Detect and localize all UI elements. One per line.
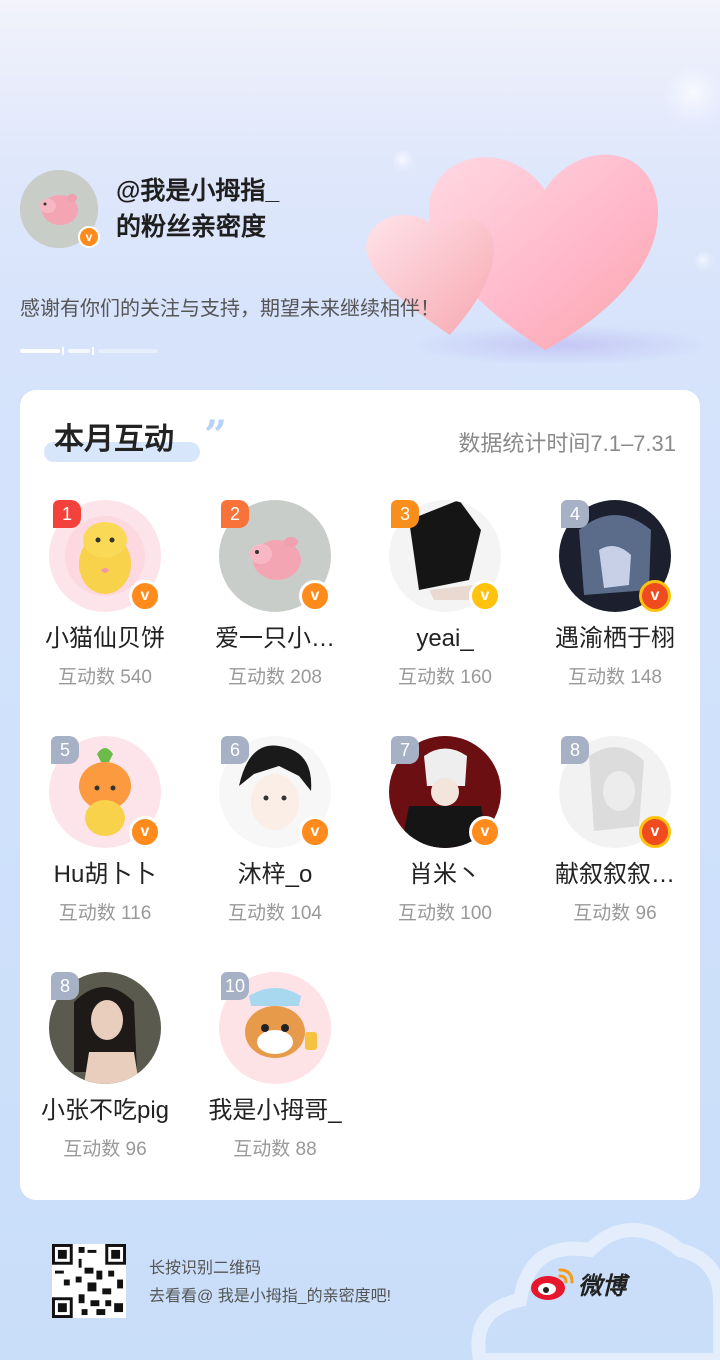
fan-item[interactable]: 10 我是小拇哥_ 互动数 88 [190,972,360,1172]
fan-name[interactable]: 爱一只小… [190,622,360,656]
fan-item[interactable]: 7 v 肖米丶 互动数 100 [360,736,530,936]
fan-name[interactable]: 小张不吃pig [20,1094,190,1128]
fan-item[interactable]: 8 v 献叙叙叙… 互动数 96 [530,736,700,936]
fan-item[interactable]: 6 v 沐梓_o 互动数 104 [190,736,360,936]
monthly-interaction-card: 本月互动 ” 数据统计时间7.1–7.31 1 v 小猫仙贝饼 互动数 540 … [20,390,700,1200]
fan-avatar[interactable]: 1 v [49,500,161,612]
rank-badge: 8 [561,736,589,764]
fan-avatar[interactable]: 4 v [559,500,671,612]
interaction-count: 互动数 96 [63,1139,147,1160]
page-title: 的粉丝亲密度 [116,213,267,241]
verified-badge-icon: v [299,580,331,612]
fan-name[interactable]: 献叙叙叙… [530,858,700,892]
interaction-count: 互动数 88 [233,1139,317,1160]
interaction-count: 互动数 104 [228,903,322,924]
rank-badge: 4 [561,500,589,528]
rank-badge: 10 [221,972,250,1000]
footer: 长按识别二维码 去看看@ 我是小拇指_的亲密度吧! 微博 [0,1200,720,1360]
fan-avatar[interactable]: 5 v [49,736,161,848]
fan-avatar[interactable]: 7 v [389,736,501,848]
rank-badge: 1 [53,500,81,528]
weibo-logo: 微博 [530,1264,640,1304]
interaction-count: 互动数 116 [58,903,152,924]
interaction-count: 互动数 96 [573,903,657,924]
fan-name[interactable]: 小猫仙贝饼 [20,622,190,656]
rank-badge: 6 [221,736,249,764]
fan-avatar[interactable]: 3 v [389,500,501,612]
interaction-count: 互动数 100 [398,903,492,924]
fan-avatar[interactable]: 6 v [219,736,331,848]
fan-item[interactable]: 4 v 遇渝栖于栩 互动数 148 [530,500,700,700]
fan-name[interactable]: Hu胡卜卜 [20,858,190,892]
fan-name[interactable]: 肖米丶 [360,858,530,892]
fan-name[interactable]: 我是小拇哥_ [190,1094,360,1128]
fan-avatar[interactable]: 8 v [559,736,671,848]
qr-hint: 长按识别二维码 [149,1260,262,1277]
date-range: 数据统计时间7.1–7.31 [458,431,676,456]
fan-item[interactable]: 8 小张不吃pig 互动数 96 [20,972,190,1172]
brand-name: 微博 [578,1273,626,1300]
thanks-message: 感谢有你们的关注与支持，期望未来继续相伴！ [20,298,440,320]
fan-name[interactable]: 沐梓_o [190,858,360,892]
profile-header: v @我是小拇指_ 的粉丝亲密度 感谢有你们的关注与支持，期望未来继续相伴！ [20,170,700,370]
fan-avatar[interactable]: 8 [49,972,161,1084]
interaction-count: 互动数 160 [398,667,492,688]
rank-badge: 2 [221,500,249,528]
avatar[interactable]: v [20,170,100,248]
decorative-divider [20,347,158,355]
rank-badge: 7 [391,736,419,764]
rank-badge: 8 [51,972,79,1000]
fan-name[interactable]: 遇渝栖于栩 [530,622,700,656]
card-title-group: 本月互动 ” [44,412,234,466]
fan-item[interactable]: 5 v Hu胡卜卜 互动数 116 [20,736,190,936]
verified-badge-icon: v [299,816,331,848]
interaction-count: 互动数 540 [58,667,152,688]
fan-item[interactable]: 1 v 小猫仙贝饼 互动数 540 [20,500,190,700]
verified-badge-icon: v [639,816,671,848]
rank-badge: 5 [51,736,79,764]
weibo-logo-icon [531,1268,574,1300]
quote-icon: ” [204,412,228,459]
qr-code-icon[interactable] [52,1244,126,1318]
verified-badge-icon: v [78,226,100,248]
verified-badge-icon: v [129,816,161,848]
qr-cta: 去看看@ 我是小拇指_的亲密度吧! [149,1288,392,1305]
fan-avatar[interactable]: 2 v [219,500,331,612]
fan-item[interactable]: 3 v yeai_ 互动数 160 [360,500,530,700]
rank-badge: 3 [391,500,419,528]
verified-badge-icon: v [469,816,501,848]
verified-badge-icon: v [639,580,671,612]
interaction-count: 互动数 148 [568,667,662,688]
fan-name[interactable]: yeai_ [360,622,530,656]
fan-avatar[interactable]: 10 [219,972,331,1084]
card-title: 本月互动 [54,423,174,456]
interaction-count: 互动数 208 [228,667,322,688]
verified-badge-icon: v [469,580,501,612]
profile-handle[interactable]: @我是小拇指_ [116,174,279,208]
fan-item[interactable]: 2 v 爱一只小… 互动数 208 [190,500,360,700]
verified-badge-icon: v [129,580,161,612]
